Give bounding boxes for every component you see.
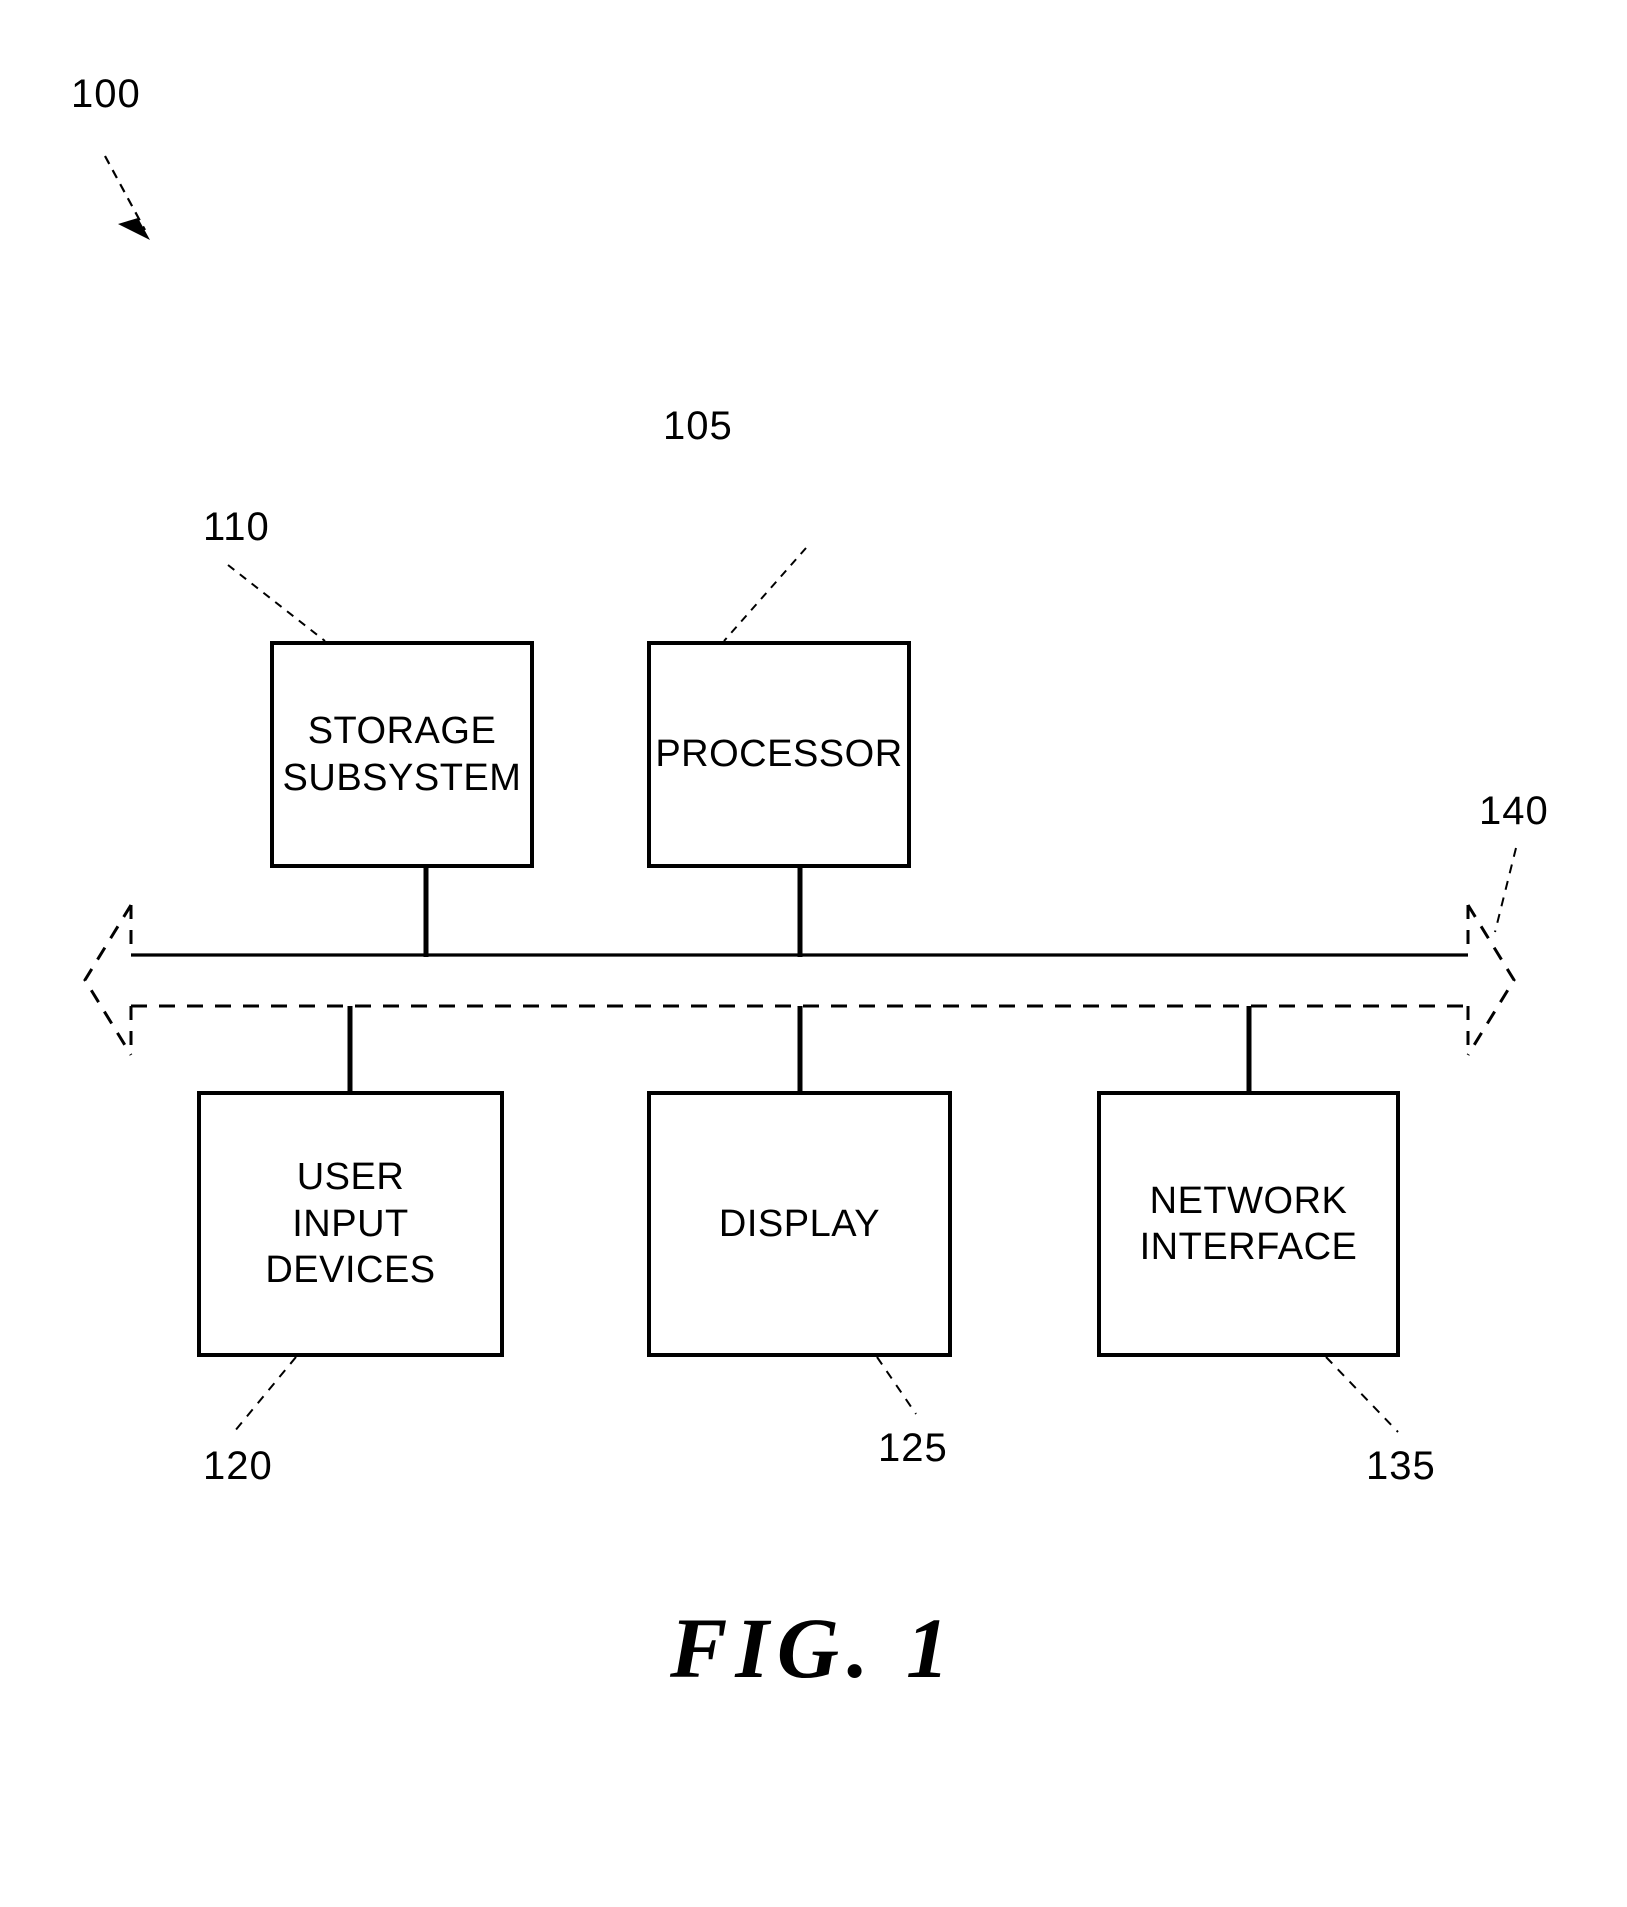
leader-line-105 <box>723 547 807 642</box>
box-user-input-devices <box>197 1091 504 1357</box>
bus-left-head-tip <box>83 904 133 1056</box>
ref-numeral-110: 110 <box>203 505 270 549</box>
leader-line-125 <box>876 1356 917 1415</box>
figure-caption: FIG. 1 <box>670 1600 957 1696</box>
patent-figure: STORAGE SUBSYSTEM PROCESSOR USER INPUT D… <box>0 0 1627 1907</box>
leader-line-140 <box>1494 847 1517 933</box>
ref-numeral-105: 105 <box>663 404 733 448</box>
box-processor <box>647 641 911 868</box>
leader-line-110 <box>227 564 326 642</box>
ref-numeral-120: 120 <box>203 1444 273 1488</box>
system-ref-leader <box>104 155 150 240</box>
ref-numeral-125: 125 <box>878 1426 948 1470</box>
box-storage-subsystem <box>270 641 534 868</box>
leader-line-135 <box>1325 1356 1399 1433</box>
box-display <box>647 1091 952 1357</box>
leader-line-120 <box>233 1356 297 1433</box>
ref-numeral-100: 100 <box>71 72 141 116</box>
ref-numeral-140: 140 <box>1479 789 1549 833</box>
system-leader-line <box>104 155 146 231</box>
bus-right-head-tip <box>1466 904 1516 1056</box>
ref-numeral-135: 135 <box>1366 1444 1436 1488</box>
box-network-interface <box>1097 1091 1400 1357</box>
